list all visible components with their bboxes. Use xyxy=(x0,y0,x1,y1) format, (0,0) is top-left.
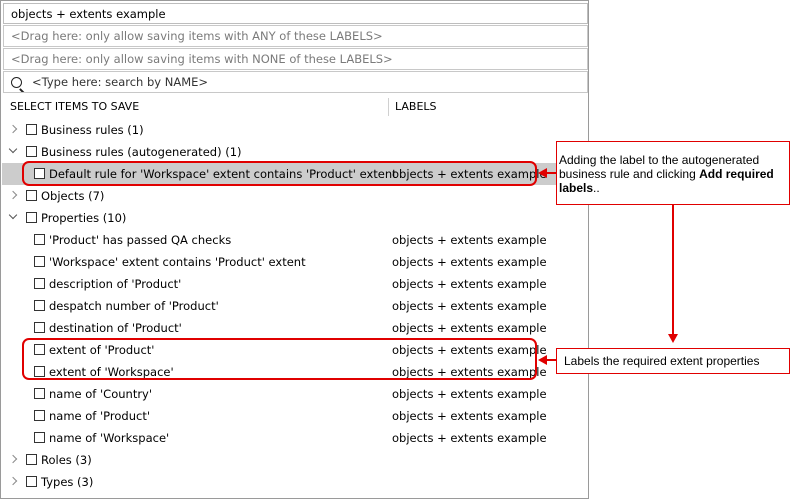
note2-text: Labels the required extent properties xyxy=(564,354,760,368)
tree-row[interactable]: 'Workspace' extent contains 'Product' ex… xyxy=(2,251,589,273)
annotation-note-add-label: Adding the label to the autogenerated bu… xyxy=(556,141,790,205)
item-checkbox[interactable] xyxy=(26,124,37,135)
title-field-value: objects + extents example xyxy=(11,6,166,21)
item-checkbox[interactable] xyxy=(34,278,45,289)
item-name: Objects (7) xyxy=(41,189,105,203)
item-name: Properties (10) xyxy=(41,211,127,225)
item-checkbox[interactable] xyxy=(34,322,45,333)
item-label: objects + extents example xyxy=(392,431,547,445)
chevron-right-icon[interactable] xyxy=(9,452,19,466)
column-header-labels[interactable]: LABELS xyxy=(395,100,437,113)
item-name: Business rules (autogenerated) (1) xyxy=(41,145,242,159)
tree-row[interactable]: name of 'Country' objects + extents examp… xyxy=(2,383,589,405)
chevron-right-icon[interactable] xyxy=(9,188,19,202)
item-checkbox[interactable] xyxy=(34,410,45,421)
search-box[interactable]: <Type here: search by NAME> xyxy=(3,71,588,93)
item-label: objects + extents example xyxy=(392,255,547,269)
title-field[interactable]: objects + extents example xyxy=(3,3,588,24)
note-text-after: .. xyxy=(593,181,600,195)
search-icon xyxy=(11,76,22,88)
item-label: objects + extents example xyxy=(392,233,547,247)
tree-row[interactable]: Business rules (autogenerated) (1) xyxy=(2,141,589,163)
search-placeholder: <Type here: search by NAME> xyxy=(32,75,209,89)
tree-row[interactable]: despatch number of 'Product' objects + ex… xyxy=(2,295,589,317)
item-name: Roles (3) xyxy=(41,453,92,467)
tree-row[interactable]: Business rules (1) xyxy=(2,119,589,141)
tree-row[interactable]: description of 'Product' objects + extent… xyxy=(2,273,589,295)
item-checkbox[interactable] xyxy=(26,454,37,465)
item-name: description of 'Product' xyxy=(49,277,182,291)
save-items-panel: objects + extents example <Drag here: on… xyxy=(0,0,589,499)
tree-row[interactable]: Roles (3) xyxy=(2,449,589,471)
item-name: 'Product' has passed QA checks xyxy=(49,233,232,247)
item-label: objects + extents example xyxy=(392,409,547,423)
annotation-note-extent-properties: Labels the required extent properties xyxy=(556,348,790,374)
item-label: objects + extents example xyxy=(392,321,547,335)
chevron-right-icon[interactable] xyxy=(9,474,19,488)
none-labels-drop-zone[interactable]: <Drag here: only allow saving items with… xyxy=(3,48,588,70)
tree-row[interactable]: 'Product' has passed QA checks objects + … xyxy=(2,229,589,251)
tree-row[interactable]: Properties (10) xyxy=(2,207,589,229)
item-label: objects + extents example xyxy=(392,387,547,401)
item-checkbox[interactable] xyxy=(26,476,37,487)
any-labels-drop-zone[interactable]: <Drag here: only allow saving items with… xyxy=(3,25,588,47)
item-name: despatch number of 'Product' xyxy=(49,299,219,313)
item-label: objects + extents example xyxy=(392,277,547,291)
column-separator[interactable] xyxy=(388,98,389,116)
chevron-down-icon[interactable] xyxy=(9,210,19,224)
item-checkbox[interactable] xyxy=(34,300,45,311)
highlight-default-rule xyxy=(22,161,537,186)
item-name: name of 'Country' xyxy=(49,387,153,401)
chevron-down-icon[interactable] xyxy=(9,144,19,158)
column-header: SELECT ITEMS TO SAVE LABELS xyxy=(2,96,589,118)
tree-row[interactable]: name of 'Workspace' objects + extents exa… xyxy=(2,427,589,449)
arrow-line-vertical xyxy=(672,205,674,335)
item-name: name of 'Product' xyxy=(49,409,150,423)
arrow-down-head-icon xyxy=(668,334,678,343)
item-checkbox[interactable] xyxy=(34,432,45,443)
item-checkbox[interactable] xyxy=(34,388,45,399)
item-name: Business rules (1) xyxy=(41,123,144,137)
item-checkbox[interactable] xyxy=(26,190,37,201)
item-name: 'Workspace' extent contains 'Product' ex… xyxy=(49,255,306,269)
none-labels-placeholder: <Drag here: only allow saving items with… xyxy=(11,52,393,66)
highlight-extent-properties xyxy=(22,338,537,380)
item-checkbox[interactable] xyxy=(34,256,45,267)
item-name: destination of 'Product' xyxy=(49,321,182,335)
item-label: objects + extents example xyxy=(392,299,547,313)
tree-row[interactable]: name of 'Product' objects + extents examp… xyxy=(2,405,589,427)
tree-row[interactable]: Types (3) xyxy=(2,471,589,493)
chevron-right-icon[interactable] xyxy=(9,122,19,136)
item-checkbox[interactable] xyxy=(34,234,45,245)
item-name: name of 'Workspace' xyxy=(49,431,170,445)
item-checkbox[interactable] xyxy=(26,146,37,157)
item-checkbox[interactable] xyxy=(26,212,37,223)
tree-row[interactable]: Objects (7) xyxy=(2,185,589,207)
any-labels-placeholder: <Drag here: only allow saving items with… xyxy=(11,29,383,43)
column-header-items[interactable]: SELECT ITEMS TO SAVE xyxy=(10,100,139,113)
item-name: Types (3) xyxy=(41,475,94,489)
tree-row[interactable]: destination of 'Product' objects + extent… xyxy=(2,317,589,339)
